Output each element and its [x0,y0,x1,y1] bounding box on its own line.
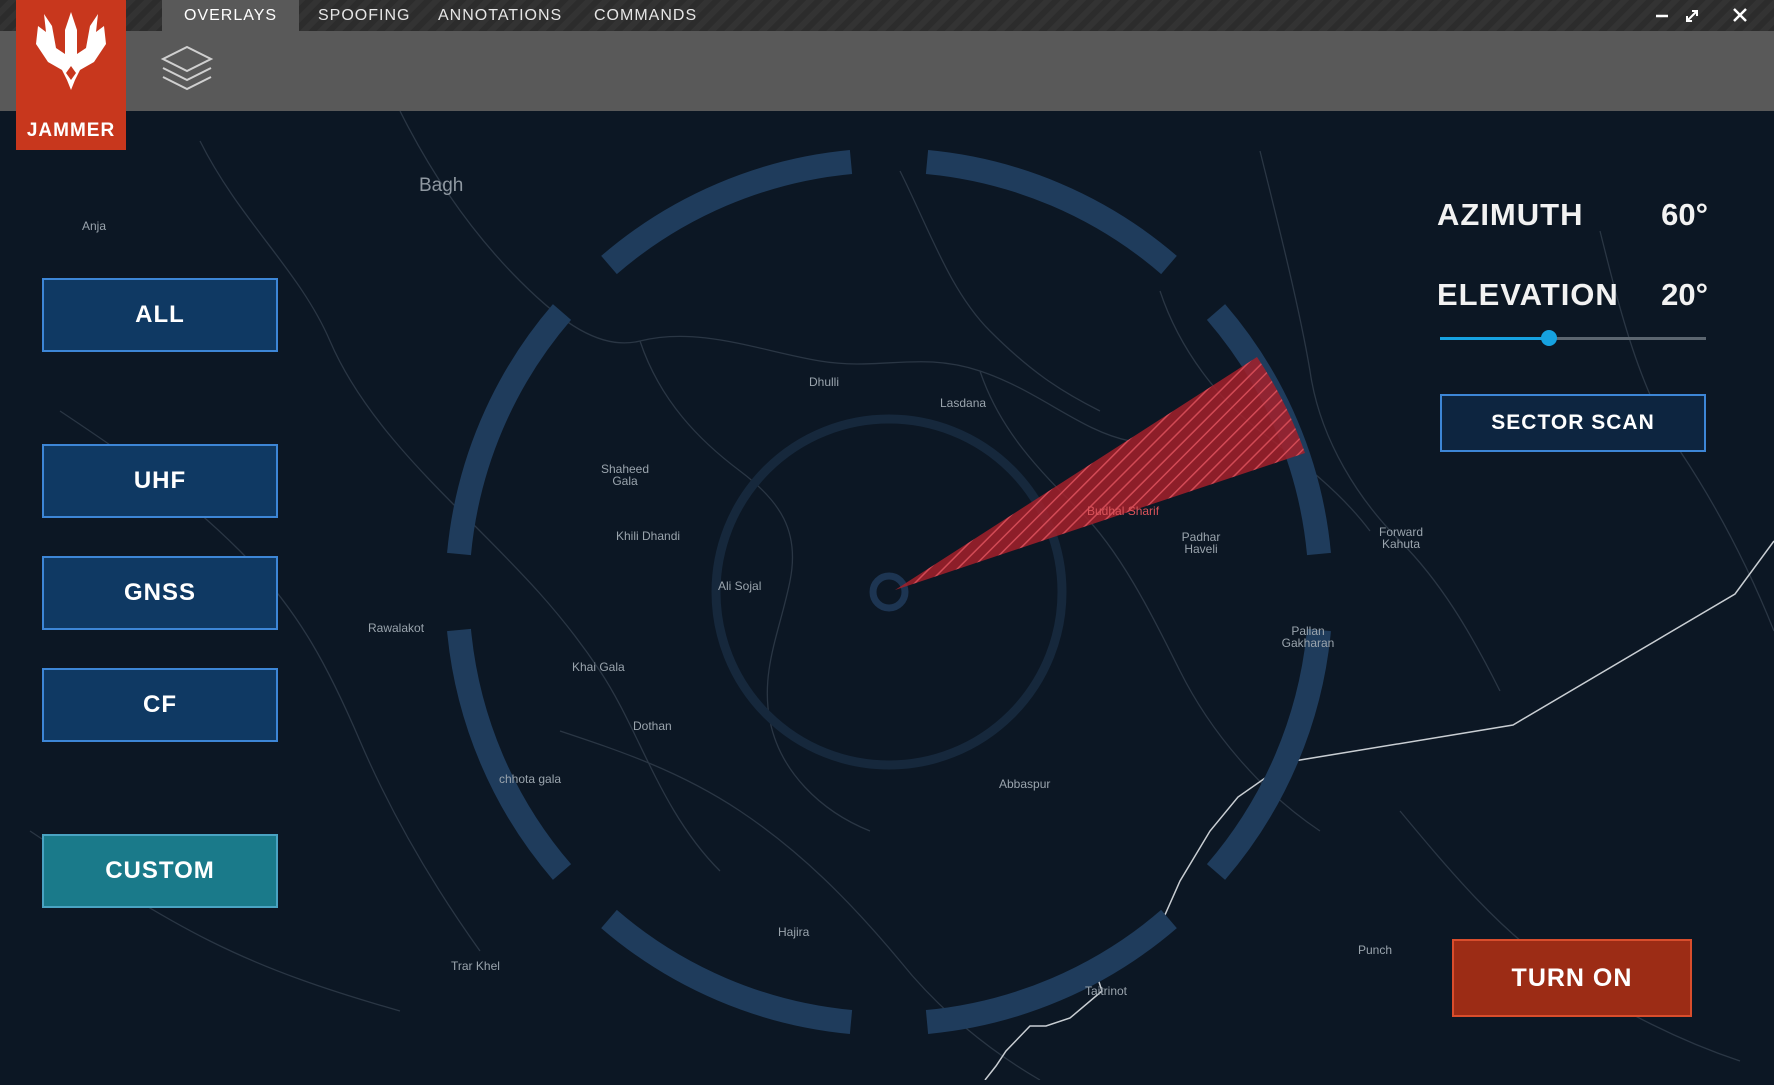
map-label: Taitrinot [1085,984,1128,998]
radar-center [869,572,909,612]
tab-spoofing[interactable]: SPOOFING [296,0,432,31]
app-logo: JAMMER [16,0,126,150]
sector-scan-button[interactable]: SECTOR SCAN [1440,394,1706,452]
azimuth-value: 60° [1661,197,1708,232]
map-label: Hajira [778,925,810,939]
map-label: Dothan [633,719,672,733]
elevation-slider[interactable] [1440,330,1706,346]
jamming-beam [895,357,1305,590]
layers-icon[interactable] [160,44,214,101]
app-name: JAMMER [26,120,116,141]
map-label: Punch [1358,943,1393,957]
map-label: Forward Kahuta [1378,525,1423,551]
map-label: Shaheed Gala [600,462,650,488]
overlay-toolbar [0,31,1774,111]
tab-annotations[interactable]: ANNOTATIONS [416,0,584,31]
map-label: Abbaspur [999,777,1051,791]
turn-on-button[interactable]: TURN ON [1452,939,1692,1017]
tab-commands[interactable]: COMMANDS [572,0,719,31]
map-label: Khili Dhandi [616,529,681,543]
map-label: Pallan Gakharan [1281,624,1335,650]
elevation-slider-thumb[interactable] [1541,330,1558,346]
trident-logo-icon [36,12,106,90]
close-icon[interactable] [1726,0,1754,31]
band-custom-button[interactable]: CUSTOM [42,834,278,908]
map-label: Dhulli [809,375,840,389]
azimuth-label: AZIMUTH [1437,197,1584,232]
minimize-icon[interactable] [1648,0,1676,31]
map-label: Lasdana [940,396,987,410]
map-label: Rawalakot [368,621,425,635]
map-label: Budhal Sharif [1087,504,1160,518]
elevation-slider-fill [1440,337,1550,340]
maximize-icon[interactable] [1678,0,1706,31]
map-label: Ali Sojal [718,579,762,593]
map-label: Anja [82,219,107,233]
band-gnss-button[interactable]: GNSS [42,556,278,630]
map-label: Khai Gala [572,660,625,674]
map-label: Padhar Haveli [1181,530,1221,556]
tab-overlays[interactable]: OVERLAYS [162,0,300,31]
top-bar: OVERLAYS SPOOFING ANNOTATIONS COMMANDS [0,0,1774,31]
map-label: Bagh [419,175,464,196]
band-cf-button[interactable]: CF [42,668,278,742]
band-all-button[interactable]: ALL [42,278,278,352]
elevation-value: 20° [1661,277,1708,312]
map-label: chhota gala [499,772,562,786]
radar-outer-ring [447,150,1331,1034]
map-label: Trar Khel [451,959,500,973]
radar-inner-ring [711,414,1067,770]
band-uhf-button[interactable]: UHF [42,444,278,518]
